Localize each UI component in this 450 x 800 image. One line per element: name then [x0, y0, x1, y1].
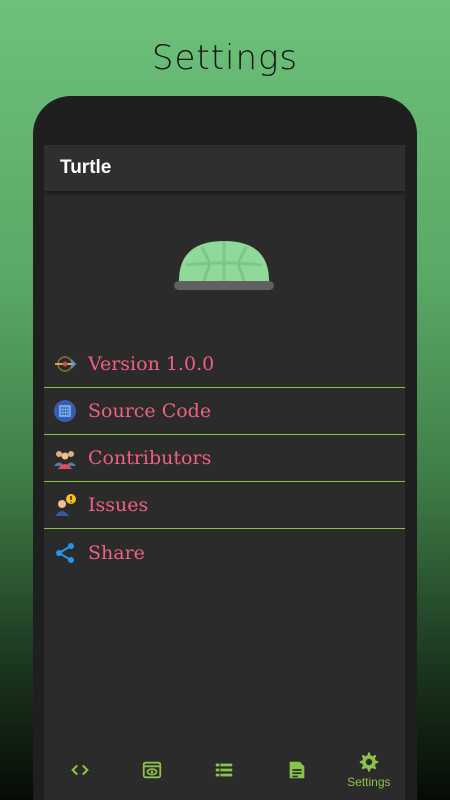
nav-item-preview[interactable] — [116, 740, 188, 800]
menu-item-share[interactable]: Share — [44, 529, 405, 576]
app-title: Turtle — [60, 157, 112, 178]
menu-item-contributors[interactable]: Contributors — [44, 435, 405, 482]
menu-label-issues: Issues — [88, 494, 149, 516]
share-icon — [52, 540, 78, 566]
settings-icon — [359, 752, 379, 772]
menu-item-issues[interactable]: Issues — [44, 482, 405, 529]
settings-menu: Version 1.0.0 Source Code Contributors I… — [44, 341, 405, 576]
menu-label-source-code: Source Code — [88, 400, 212, 422]
code-icon — [71, 764, 89, 776]
nav-item-document[interactable] — [261, 740, 333, 800]
app-bar: Turtle — [44, 145, 405, 191]
menu-label-contributors: Contributors — [88, 447, 212, 469]
preview-icon — [143, 761, 162, 779]
nav-item-settings[interactable]: Settings — [333, 740, 405, 800]
nav-label-settings: Settings — [347, 775, 391, 789]
app-screen: Turtle Version 1.0.0 Source Code Contrib… — [44, 145, 405, 800]
list-icon — [216, 763, 233, 777]
turtle-shell-logo — [174, 241, 274, 290]
menu-label-version: Version 1.0.0 — [88, 353, 215, 375]
promo-title: Settings — [151, 38, 299, 78]
issues-icon — [52, 492, 78, 518]
menu-label-share: Share — [88, 541, 145, 564]
version-icon — [52, 351, 78, 377]
contributors-icon — [52, 445, 78, 471]
menu-item-version[interactable]: Version 1.0.0 — [44, 341, 405, 388]
source-code-icon — [52, 398, 78, 424]
nav-item-code[interactable] — [44, 740, 116, 800]
nav-item-list[interactable] — [188, 740, 260, 800]
menu-item-source-code[interactable]: Source Code — [44, 388, 405, 435]
document-icon — [289, 761, 304, 779]
bottom-navigation: Settings — [44, 740, 405, 800]
